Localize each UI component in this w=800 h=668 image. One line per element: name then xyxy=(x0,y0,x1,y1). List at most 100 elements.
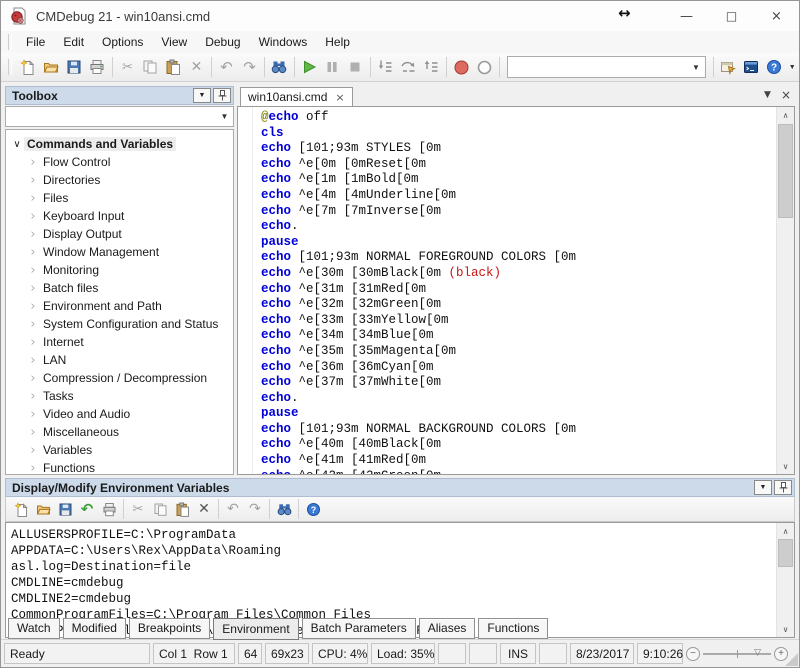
tree-item-flow-control[interactable]: ›Flow Control xyxy=(6,153,233,171)
environment-pin-button[interactable] xyxy=(774,480,792,495)
scrollbar-thumb[interactable] xyxy=(778,539,793,567)
menu-item-file[interactable]: File xyxy=(17,32,54,52)
maximize-button[interactable]: □ xyxy=(709,1,754,31)
tree-item-internet[interactable]: ›Internet xyxy=(6,333,233,351)
editor-vertical-scrollbar[interactable]: ∧ ∨ xyxy=(776,107,794,474)
chevron-expanded-icon[interactable]: ∨ xyxy=(10,139,24,150)
run-button[interactable] xyxy=(298,55,321,79)
tree-item-commands-and-variables[interactable]: ∨Commands and Variables xyxy=(6,135,233,153)
tree-item-compression-decompression[interactable]: ›Compression / Decompression xyxy=(6,369,233,387)
tree-item-directories[interactable]: ›Directories xyxy=(6,171,233,189)
minimize-button[interactable]: — xyxy=(664,1,709,31)
chevron-collapsed-icon[interactable]: › xyxy=(26,299,40,314)
env-save-button[interactable] xyxy=(54,498,76,520)
menu-item-debug[interactable]: Debug xyxy=(196,32,249,52)
tree-item-functions[interactable]: ›Functions xyxy=(6,459,233,475)
bottom-tab-aliases[interactable]: Aliases xyxy=(419,618,476,639)
menu-item-edit[interactable]: Edit xyxy=(54,32,93,52)
code-editor[interactable]: @echo offclsecho [101;93m STYLES [0mecho… xyxy=(237,106,795,475)
chevron-collapsed-icon[interactable]: › xyxy=(26,245,40,260)
tree-item-window-management[interactable]: ›Window Management xyxy=(6,243,233,261)
scroll-down-icon[interactable]: ∨ xyxy=(777,458,794,474)
chevron-collapsed-icon[interactable]: › xyxy=(26,425,40,440)
find-button[interactable] xyxy=(268,55,291,79)
paste-button[interactable] xyxy=(162,55,185,79)
bottom-tab-batch-parameters[interactable]: Batch Parameters xyxy=(302,618,416,639)
env-delete-button[interactable]: ✕ xyxy=(193,498,215,520)
toolbox-filter-input[interactable] xyxy=(6,107,216,126)
scrollbar-thumb[interactable] xyxy=(778,124,793,218)
env-redo-button[interactable]: ↷ xyxy=(244,498,266,520)
scroll-up-icon[interactable]: ∧ xyxy=(777,107,794,123)
command-prompt-button[interactable] xyxy=(739,55,762,79)
step-over-button[interactable] xyxy=(397,55,420,79)
menu-item-help[interactable]: Help xyxy=(316,32,359,52)
record-button[interactable] xyxy=(450,55,473,79)
env-paste-button[interactable] xyxy=(171,498,193,520)
bottom-tab-watch[interactable]: Watch xyxy=(8,618,60,639)
close-button[interactable]: × xyxy=(754,1,799,31)
save-button[interactable] xyxy=(63,55,86,79)
bottom-tab-breakpoints[interactable]: Breakpoints xyxy=(129,618,210,639)
tree-item-lan[interactable]: ›LAN xyxy=(6,351,233,369)
tree-item-variables[interactable]: ›Variables xyxy=(6,441,233,459)
chevron-collapsed-icon[interactable]: › xyxy=(26,389,40,404)
zoom-in-button[interactable]: + xyxy=(774,647,788,661)
bottom-tab-environment[interactable]: Environment xyxy=(213,618,298,640)
print-button[interactable] xyxy=(86,55,109,79)
copy-button[interactable] xyxy=(139,55,162,79)
chevron-collapsed-icon[interactable]: › xyxy=(26,191,40,206)
step-into-button[interactable] xyxy=(374,55,397,79)
chevron-collapsed-icon[interactable]: › xyxy=(26,335,40,350)
tab-bar-close-button[interactable]: × xyxy=(781,88,791,102)
help-button[interactable]: ? xyxy=(762,55,785,79)
delete-button[interactable]: ✕ xyxy=(185,55,208,79)
tree-item-video-and-audio[interactable]: ›Video and Audio xyxy=(6,405,233,423)
tree-item-monitoring[interactable]: ›Monitoring xyxy=(6,261,233,279)
zoom-slider-track[interactable]: ▽ xyxy=(703,653,771,655)
combobox-dropdown-button[interactable]: ▼ xyxy=(688,57,705,77)
environment-vertical-scrollbar[interactable]: ∧ ∨ xyxy=(776,523,794,637)
chevron-collapsed-icon[interactable]: › xyxy=(26,371,40,386)
env-revert-button[interactable]: ↶ xyxy=(76,498,98,520)
tree-item-keyboard-input[interactable]: ›Keyboard Input xyxy=(6,207,233,225)
chevron-collapsed-icon[interactable]: › xyxy=(26,317,40,332)
cut-button[interactable]: ✂ xyxy=(116,55,139,79)
open-file-button[interactable] xyxy=(40,55,63,79)
env-help-button[interactable]: ? xyxy=(302,498,324,520)
debug-command-input[interactable] xyxy=(508,57,688,77)
tab-list-dropdown-button[interactable]: ▼ xyxy=(764,90,771,100)
pause-button[interactable] xyxy=(321,55,344,79)
menu-item-options[interactable]: Options xyxy=(93,32,152,52)
chevron-collapsed-icon[interactable]: › xyxy=(26,281,40,296)
env-print-button[interactable] xyxy=(98,498,120,520)
toolbox-dropdown-button[interactable]: ▼ xyxy=(193,88,211,103)
env-find-button[interactable] xyxy=(273,498,295,520)
chevron-collapsed-icon[interactable]: › xyxy=(26,353,40,368)
undo-button[interactable]: ↶ xyxy=(215,55,238,79)
toggle-breakpoint-button[interactable] xyxy=(473,55,496,79)
chevron-collapsed-icon[interactable]: › xyxy=(26,461,40,476)
chevron-collapsed-icon[interactable]: › xyxy=(26,209,40,224)
zoom-out-button[interactable]: − xyxy=(686,647,700,661)
window-options-button[interactable] xyxy=(716,55,739,79)
scroll-up-icon[interactable]: ∧ xyxy=(777,523,794,539)
tree-item-display-output[interactable]: ›Display Output xyxy=(6,225,233,243)
chevron-collapsed-icon[interactable]: › xyxy=(26,263,40,278)
environment-dropdown-button[interactable]: ▼ xyxy=(754,480,772,495)
menu-item-windows[interactable]: Windows xyxy=(250,32,317,52)
env-undo-button[interactable]: ↶ xyxy=(222,498,244,520)
bottom-tab-modified[interactable]: Modified xyxy=(63,618,126,639)
chevron-collapsed-icon[interactable]: › xyxy=(26,227,40,242)
tree-item-environment-and-path[interactable]: ›Environment and Path xyxy=(6,297,233,315)
menu-item-view[interactable]: View xyxy=(152,32,196,52)
bottom-tab-functions[interactable]: Functions xyxy=(478,618,548,639)
toolbox-filter-dropdown-button[interactable]: ▼ xyxy=(216,107,233,126)
env-copy-button[interactable] xyxy=(149,498,171,520)
env-new-button[interactable] xyxy=(10,498,32,520)
chevron-collapsed-icon[interactable]: › xyxy=(26,443,40,458)
zoom-slider-handle[interactable]: ▽ xyxy=(754,648,761,658)
chevron-collapsed-icon[interactable]: › xyxy=(26,407,40,422)
toolbox-pin-button[interactable] xyxy=(213,88,231,103)
chevron-collapsed-icon[interactable]: › xyxy=(26,155,40,170)
